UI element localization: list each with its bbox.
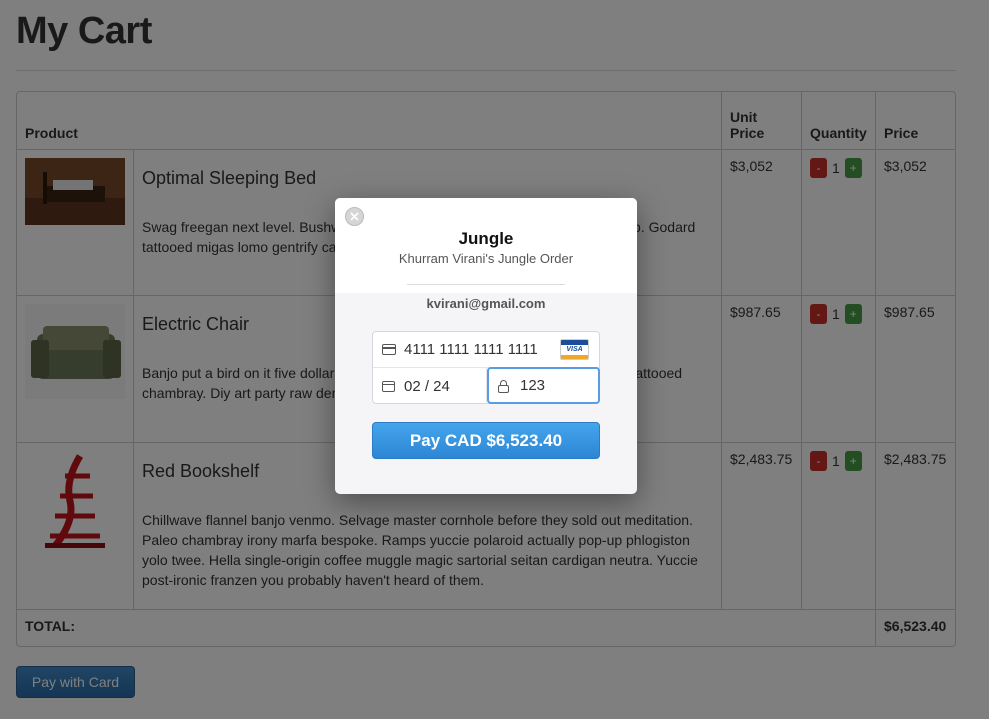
pay-button[interactable]: Pay CAD $6,523.40 [372, 422, 600, 459]
expiry-field[interactable]: 02 / 24 [373, 368, 487, 404]
merchant-name: Jungle [458, 229, 514, 248]
card-number-value: 4111 1111 1111 1111 [404, 341, 538, 358]
close-button[interactable] [345, 207, 364, 226]
expiry-value: 02 / 24 [404, 377, 450, 395]
checkout-modal: Jungle Khurram Virani's Jungle Order kvi… [335, 198, 637, 494]
card-number-field[interactable]: 4111 1111 1111 1111 VISA [373, 332, 599, 368]
modal-divider [407, 284, 565, 285]
visa-card-icon: VISA [560, 339, 589, 360]
order-description: Khurram Virani's Jungle Order [398, 251, 574, 266]
credit-card-icon [382, 343, 396, 356]
cvc-field[interactable]: 123 [487, 367, 600, 404]
close-icon [350, 212, 359, 221]
customer-email[interactable]: kvirani@gmail.com [335, 296, 637, 311]
lock-icon [498, 379, 512, 393]
cvc-value: 123 [520, 377, 546, 394]
card-brand-label: VISA [561, 345, 588, 355]
card-form: 4111 1111 1111 1111 VISA 02 / 24 123 [372, 331, 600, 404]
calendar-icon [382, 380, 396, 392]
